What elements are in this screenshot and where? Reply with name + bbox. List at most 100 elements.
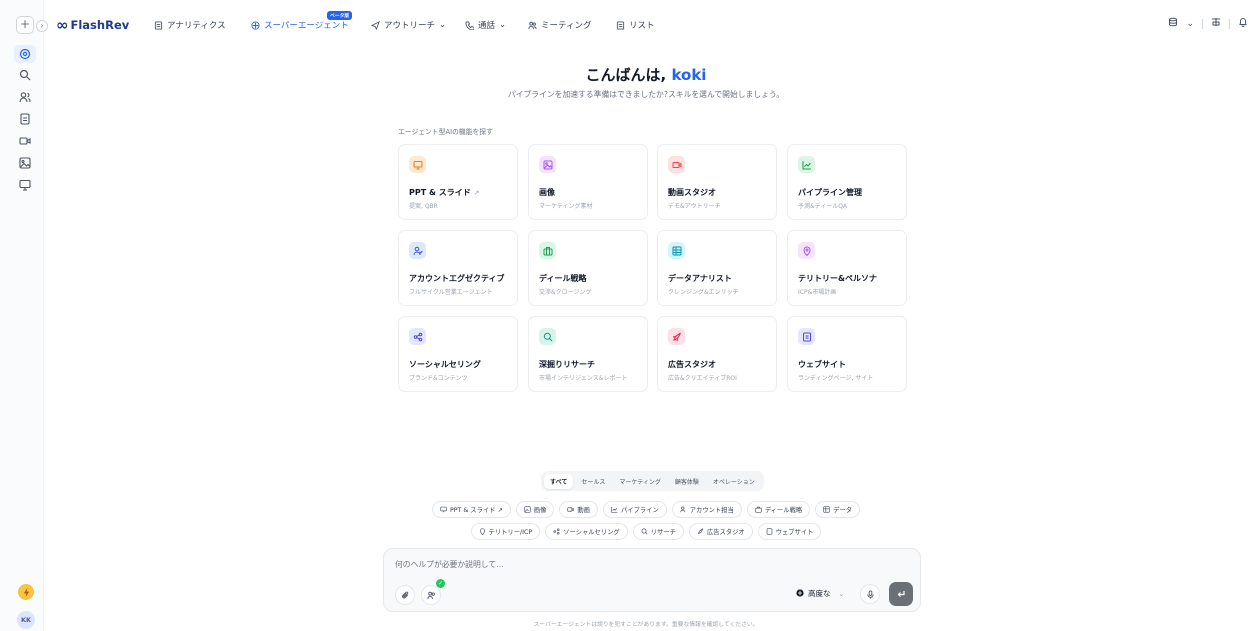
user-name: koki: [671, 66, 707, 84]
chip-social-selling[interactable]: ソーシャルセリング: [545, 523, 628, 540]
nav-outreach[interactable]: アウトリーチ ⌄: [371, 19, 446, 31]
card-title: テリトリー&ペルソナ: [798, 274, 877, 283]
credits-bolt-icon[interactable]: [18, 584, 34, 600]
tab-customer-experience[interactable]: 顧客体験: [669, 474, 705, 489]
chevron-down-icon: ⌄: [439, 20, 447, 30]
card-description: 広告&クリエイティブROI: [668, 375, 737, 382]
agent-rail-icon[interactable]: [14, 45, 36, 63]
contacts-icon[interactable]: [18, 90, 32, 104]
divider: [1229, 18, 1230, 29]
skill-card-social-selling[interactable]: ソーシャルセリング ブランド&コンテンツ: [398, 316, 518, 392]
prompt-input[interactable]: 何のヘルプが必要か説明して...: [395, 559, 504, 570]
chip-website[interactable]: ウェブサイト: [757, 523, 822, 540]
skill-card-video[interactable]: 動画スタジオ デモ&アウトリーチ: [657, 144, 777, 220]
chip-video[interactable]: 動画: [559, 501, 598, 518]
team-agents-button[interactable]: [421, 585, 441, 605]
search-icon[interactable]: [18, 68, 32, 82]
chevron-down-icon: ⌄: [499, 20, 507, 30]
mode-selector[interactable]: 高度な ⌄: [796, 588, 844, 599]
pin-icon: [798, 242, 815, 259]
table-icon: [823, 506, 830, 513]
nav-analytics[interactable]: アナリティクス: [154, 19, 226, 31]
document-icon[interactable]: [18, 112, 32, 126]
paperclip-icon: [401, 591, 408, 598]
skill-card-data-analyst[interactable]: データアナリスト クレンジング&エンリッチ: [657, 230, 777, 306]
chip-research[interactable]: リサーチ: [632, 523, 684, 540]
tab-all[interactable]: すべて: [544, 473, 574, 489]
skill-card-ad-studio[interactable]: 広告スタジオ 広告&クリエイティブROI: [657, 316, 777, 392]
chart-icon: [798, 156, 815, 173]
microphone-button[interactable]: [860, 584, 880, 604]
card-title: データアナリスト: [668, 274, 732, 283]
image-icon: [539, 156, 556, 173]
nav-list-label: リスト: [629, 21, 655, 31]
send-button[interactable]: [889, 582, 913, 606]
rocket-icon: [668, 328, 685, 345]
share-icon: [409, 328, 426, 345]
card-title: 深掘りリサーチ: [539, 360, 595, 369]
meeting-icon: [426, 591, 435, 599]
flashrev-logo[interactable]: ∞ FlashRev: [56, 16, 129, 34]
infinity-logo-icon: ∞: [56, 16, 68, 34]
chip-account-owner[interactable]: アカウント担当: [671, 501, 742, 518]
user-avatar[interactable]: KK: [17, 611, 35, 629]
nav-super-agent[interactable]: スーパーエージェント: [251, 19, 349, 31]
card-description: デモ&アウトリーチ: [668, 203, 721, 210]
rocket-icon: [697, 528, 704, 535]
chip-image[interactable]: 画像: [515, 501, 555, 518]
skill-card-pipeline[interactable]: パイプライン管理 予測&ディールQA: [787, 144, 907, 220]
card-description: フルサイクル営業エージェント: [409, 289, 493, 296]
greeting-text: こんばんは,: [585, 66, 672, 84]
list-icon: [616, 20, 625, 30]
workspace-icon[interactable]: [1168, 17, 1178, 30]
chevron-down-icon: ⌄: [838, 589, 845, 598]
prompt-composer[interactable]: 何のヘルプが必要か説明して... ✓ 高度な ⌄: [383, 548, 921, 612]
video-icon[interactable]: [18, 134, 32, 148]
tab-sales[interactable]: セールス: [575, 474, 611, 489]
top-navigation: ∞ FlashRev アナリティクス スーパーエージェント ベータ版 アウトリー…: [44, 0, 1248, 45]
skill-card-website[interactable]: ウェブサイト ランディングページ, サイト: [787, 316, 907, 392]
image-icon[interactable]: [18, 156, 32, 170]
logo-text: FlashRev: [70, 18, 130, 32]
card-description: ランディングページ, サイト: [798, 375, 874, 382]
attach-button[interactable]: [395, 585, 415, 605]
nav-calls[interactable]: 通話 ⌄: [465, 19, 506, 31]
tab-operations[interactable]: オペレーション: [707, 474, 761, 489]
card-title: パイプライン管理: [798, 188, 862, 197]
check-icon: ✓: [436, 579, 445, 588]
nav-meetings[interactable]: ミーティング: [528, 19, 592, 31]
skill-card-image[interactable]: 画像 マーケティング素材: [528, 144, 648, 220]
chip-pipeline[interactable]: パイプライン: [602, 501, 667, 518]
chip-data[interactable]: データ: [815, 501, 861, 518]
chip-territory[interactable]: テリトリー/ICP: [470, 523, 541, 540]
card-description: 提案, QBR: [409, 203, 438, 210]
skill-card-territory[interactable]: テリトリー&ペルソナ ICP&市場計画: [787, 230, 907, 306]
card-title: PPT & スライド ↗: [409, 188, 480, 197]
card-title: 画像: [539, 188, 555, 197]
skill-card-account-exec[interactable]: アカウントエグゼクティブ フルサイクル営業エージェント: [398, 230, 518, 306]
section-label: エージェント型AIの機能を探す: [398, 128, 493, 136]
card-title: 広告スタジオ: [668, 360, 716, 369]
briefcase-icon: [755, 506, 762, 513]
tab-marketing[interactable]: マーケティング: [613, 474, 667, 489]
translate-icon[interactable]: [1211, 17, 1221, 30]
nav-calls-label: 通話: [478, 21, 496, 31]
chip-ad-studio[interactable]: 広告スタジオ: [688, 523, 753, 540]
nav-list[interactable]: リスト: [616, 19, 655, 31]
presentation-icon[interactable]: [18, 178, 32, 192]
user-icon: [409, 242, 426, 259]
card-title: ディール戦略: [539, 274, 587, 283]
chip-deal-strategy[interactable]: ディール戦略: [746, 501, 811, 518]
skill-card-deal-strategy[interactable]: ディール戦略 交渉&クロージング: [528, 230, 648, 306]
chip-ppt[interactable]: PPT & スライド ↗: [431, 501, 511, 518]
divider: [1202, 18, 1203, 29]
agent-icon: [251, 20, 260, 30]
skill-chips-row-1: PPT & スライド ↗ 画像 動画 パイプライン アカウント担当 ディール戦略…: [44, 501, 1248, 518]
bell-icon[interactable]: [1238, 17, 1248, 30]
disclaimer-text: スーパーエージェントは誤りを犯すことがあります。重要な情報を確認してください。: [533, 622, 759, 628]
chevron-down-icon[interactable]: ⌄: [1186, 19, 1194, 29]
skill-card-ppt[interactable]: PPT & スライド ↗ 提案, QBR: [398, 144, 518, 220]
skill-card-deep-research[interactable]: 深掘りリサーチ 市場インテリジェンス&レポート: [528, 316, 648, 392]
card-description: 予測&ディールQA: [798, 203, 848, 210]
new-chat-button[interactable]: +: [16, 16, 34, 34]
